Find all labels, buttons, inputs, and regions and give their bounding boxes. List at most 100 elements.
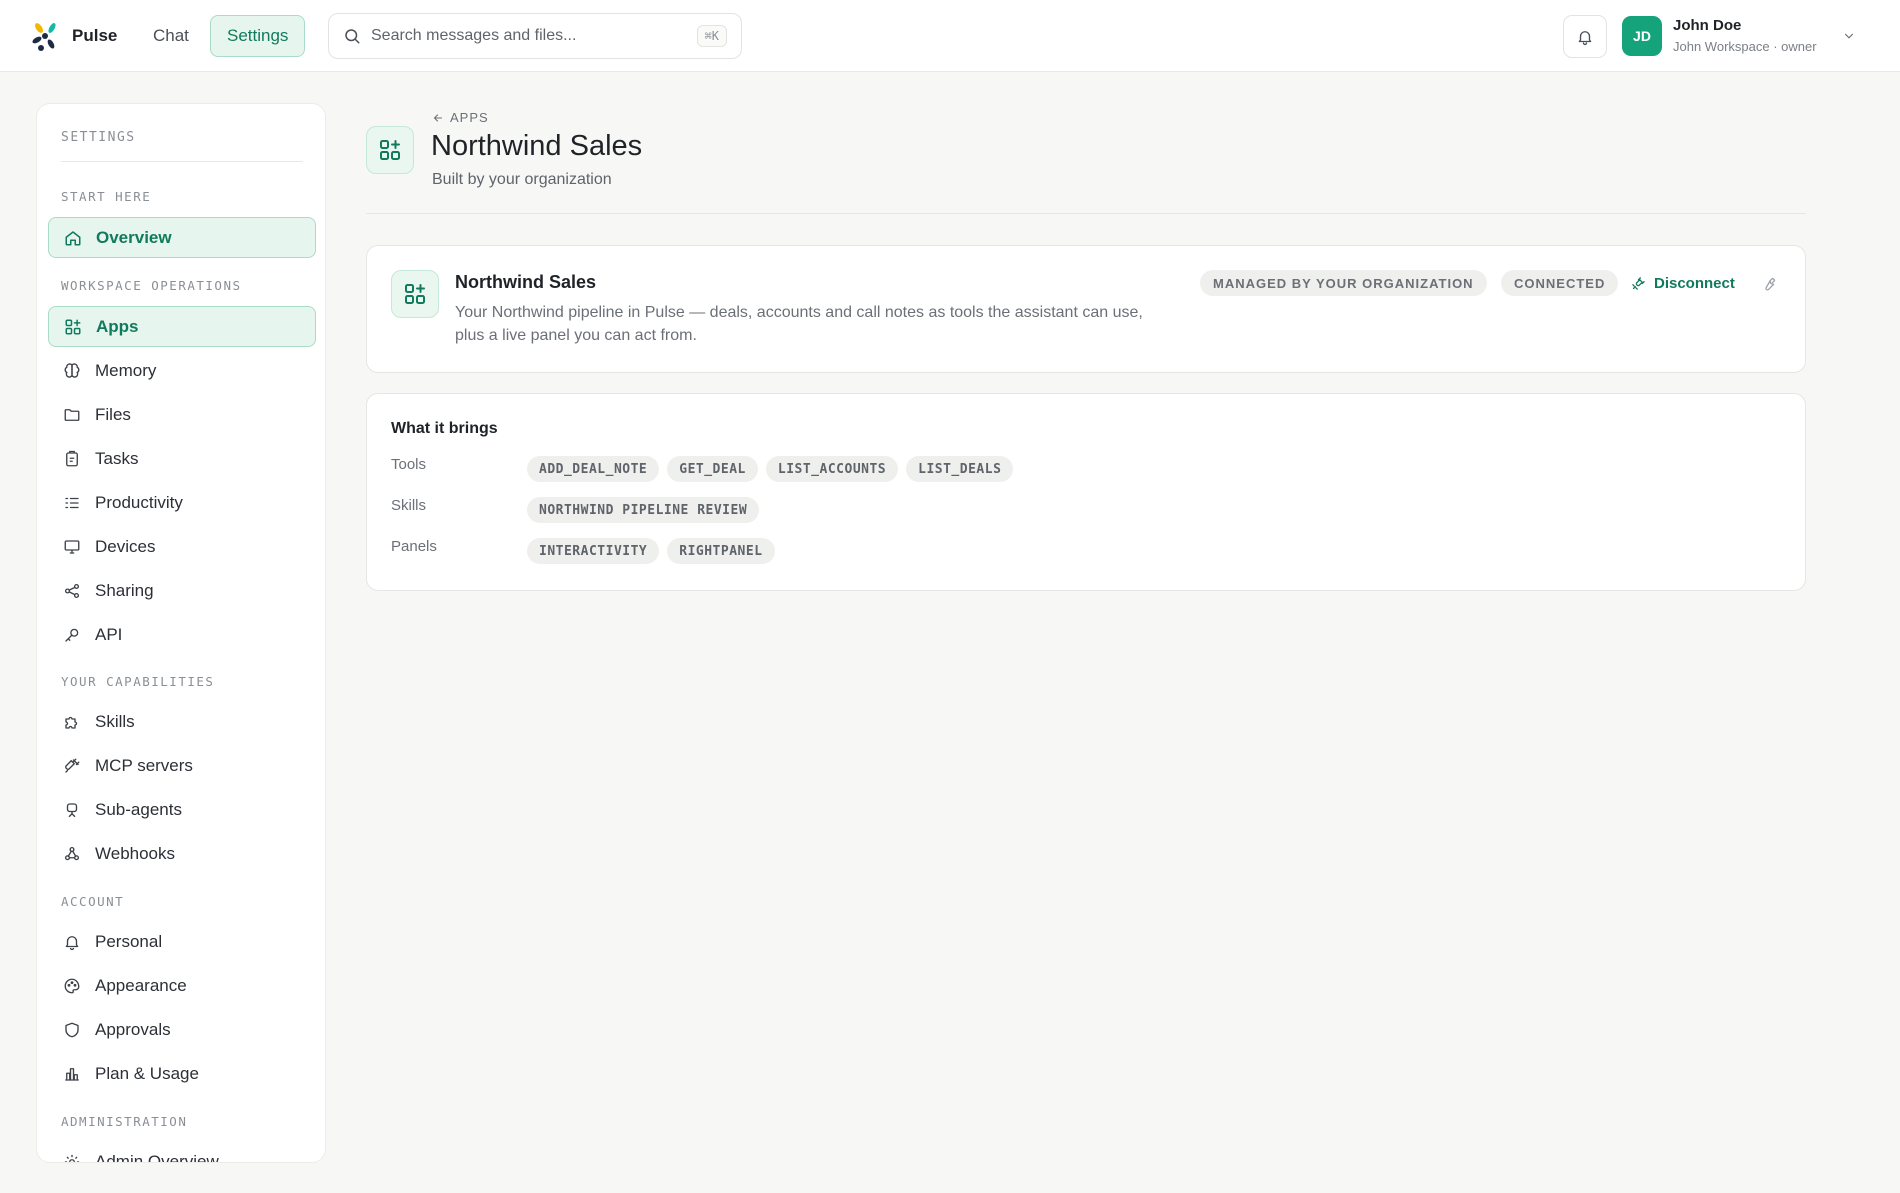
page-subtitle: Built by your organization — [432, 171, 612, 188]
sidebar-item-admin-overview[interactable]: Admin Overview — [48, 1141, 316, 1163]
sidebar-item-label: API — [95, 624, 123, 644]
palette-icon — [64, 978, 80, 993]
plug-icon — [65, 758, 80, 773]
sidebar-item-label: Appearance — [95, 975, 187, 995]
app-name: Northwind Sales — [455, 272, 597, 292]
apps-grid-icon — [405, 284, 425, 304]
app-card-icon — [391, 270, 439, 318]
chevron-down-icon[interactable] — [1842, 29, 1856, 43]
search-bar[interactable]: Search messages and files... ⌘K — [328, 13, 742, 59]
top-bar: Pulse Chat Settings Search messages and … — [0, 0, 1900, 72]
webhook-icon — [64, 846, 80, 860]
disconnect-button[interactable]: Disconnect — [1631, 275, 1735, 292]
managed-badge: MANAGED BY YOUR ORGANIZATION — [1200, 270, 1487, 296]
sidebar-divider — [61, 161, 303, 162]
sidebar-item-label: Productivity — [95, 492, 183, 512]
sidebar-item-label: Sub-agents — [95, 799, 182, 819]
tool-chip: LIST_DEALS — [906, 456, 1014, 482]
search-shortcut-hint: ⌘K — [696, 25, 727, 47]
sidebar-item-devices[interactable]: Devices — [48, 526, 316, 567]
sidebar-item-label: MCP servers — [95, 755, 193, 775]
search-input[interactable]: Search messages and files... — [371, 27, 687, 45]
panel-chip: INTERACTIVITY — [527, 538, 660, 564]
sidebar-item-plan-usage[interactable]: Plan & Usage — [48, 1053, 316, 1094]
section-workspace-operations: WORKSPACE OPERATIONS — [61, 278, 242, 293]
section-your-capabilities: YOUR CAPABILITIES — [61, 674, 215, 689]
brand[interactable]: Pulse — [28, 19, 117, 53]
sidebar-item-label: Webhooks — [95, 843, 176, 863]
unplug-icon — [1632, 277, 1645, 290]
section-start-here: START HERE — [61, 189, 152, 204]
bell-icon — [1576, 28, 1594, 46]
sidebar-item-sub-agents[interactable]: Sub-agents — [48, 789, 316, 830]
bar-chart-icon — [65, 1067, 79, 1081]
search-icon — [343, 27, 361, 45]
brings-title: What it brings — [391, 420, 498, 437]
page-app-icon — [366, 126, 414, 174]
tools-chip-list: ADD_DEAL_NOTE GET_DEAL LIST_ACCOUNTS LIS… — [527, 456, 1014, 482]
panel-chip: RIGHTPANEL — [667, 538, 775, 564]
user-name[interactable]: John Doe — [1673, 17, 1741, 34]
shield-icon — [65, 1022, 79, 1037]
sidebar-item-label: Personal — [95, 931, 163, 951]
brain-icon — [64, 362, 80, 378]
settings-sidebar: SETTINGS START HERE Overview WORKSPACE O… — [36, 103, 326, 1163]
sidebar-item-label: Files — [95, 404, 131, 424]
sidebar-item-label: Overview — [96, 227, 172, 247]
folder-icon — [64, 408, 80, 421]
sidebar-item-tasks[interactable]: Tasks — [48, 438, 316, 479]
sidebar-item-overview[interactable]: Overview — [48, 217, 316, 258]
sidebar-item-api[interactable]: API — [48, 614, 316, 655]
header-divider — [366, 213, 1806, 214]
panels-label: Panels — [391, 538, 437, 555]
sidebar-item-label: Apps — [96, 316, 139, 336]
sidebar-item-approvals[interactable]: Approvals — [48, 1009, 316, 1050]
nav-settings[interactable]: Settings — [210, 15, 306, 57]
sidebar-item-personal[interactable]: Personal — [48, 921, 316, 962]
nav-chat[interactable]: Chat — [140, 16, 202, 56]
sidebar-item-mcp-servers[interactable]: MCP servers — [48, 745, 316, 786]
notifications-button[interactable] — [1563, 15, 1607, 58]
skill-chip: NORTHWIND PIPELINE REVIEW — [527, 497, 760, 523]
avatar[interactable]: JD — [1622, 16, 1662, 56]
pulse-logo-icon — [28, 19, 62, 53]
sidebar-title: SETTINGS — [61, 130, 136, 145]
wrench-icon[interactable] — [1760, 276, 1777, 293]
sidebar-item-sharing[interactable]: Sharing — [48, 570, 316, 611]
bot-icon — [66, 802, 78, 817]
panels-chip-list: INTERACTIVITY RIGHTPANEL — [527, 538, 775, 564]
monitor-icon — [64, 539, 80, 554]
back-to-apps-link[interactable]: APPS — [432, 110, 489, 125]
clipboard-icon — [66, 450, 78, 466]
skills-label: Skills — [391, 497, 427, 514]
sidebar-item-label: Admin Overview — [95, 1151, 219, 1163]
key-icon — [65, 628, 79, 642]
sidebar-item-files[interactable]: Files — [48, 394, 316, 435]
arrow-left-icon — [433, 113, 443, 122]
gear-icon — [64, 1154, 80, 1162]
status-badge: CONNECTED — [1501, 270, 1619, 296]
user-workspace-role: John Workspace · owner — [1673, 39, 1817, 54]
sidebar-item-label: Plan & Usage — [95, 1063, 199, 1083]
sidebar-item-label: Memory — [95, 360, 157, 380]
what-it-brings-card: What it brings Tools ADD_DEAL_NOTE GET_D… — [366, 393, 1806, 591]
sidebar-item-appearance[interactable]: Appearance — [48, 965, 316, 1006]
sidebar-item-productivity[interactable]: Productivity — [48, 482, 316, 523]
apps-grid-icon — [65, 319, 81, 334]
tool-chip: LIST_ACCOUNTS — [765, 456, 899, 482]
sidebar-item-apps[interactable]: Apps — [48, 306, 316, 347]
list-check-icon — [65, 497, 79, 508]
apps-grid-icon — [380, 140, 400, 160]
sidebar-item-skills[interactable]: Skills — [48, 701, 316, 742]
section-administration: ADMINISTRATION — [61, 1114, 188, 1129]
sidebar-item-label: Devices — [95, 536, 156, 556]
page-title: Northwind Sales — [431, 130, 643, 162]
share-icon — [64, 583, 80, 598]
sidebar-item-memory[interactable]: Memory — [48, 350, 316, 391]
sidebar-item-webhooks[interactable]: Webhooks — [48, 833, 316, 874]
tools-label: Tools — [391, 456, 427, 473]
sidebar-item-label: Tasks — [95, 448, 139, 468]
tool-chip: GET_DEAL — [667, 456, 758, 482]
bell-icon — [65, 935, 79, 950]
home-icon — [65, 230, 81, 245]
